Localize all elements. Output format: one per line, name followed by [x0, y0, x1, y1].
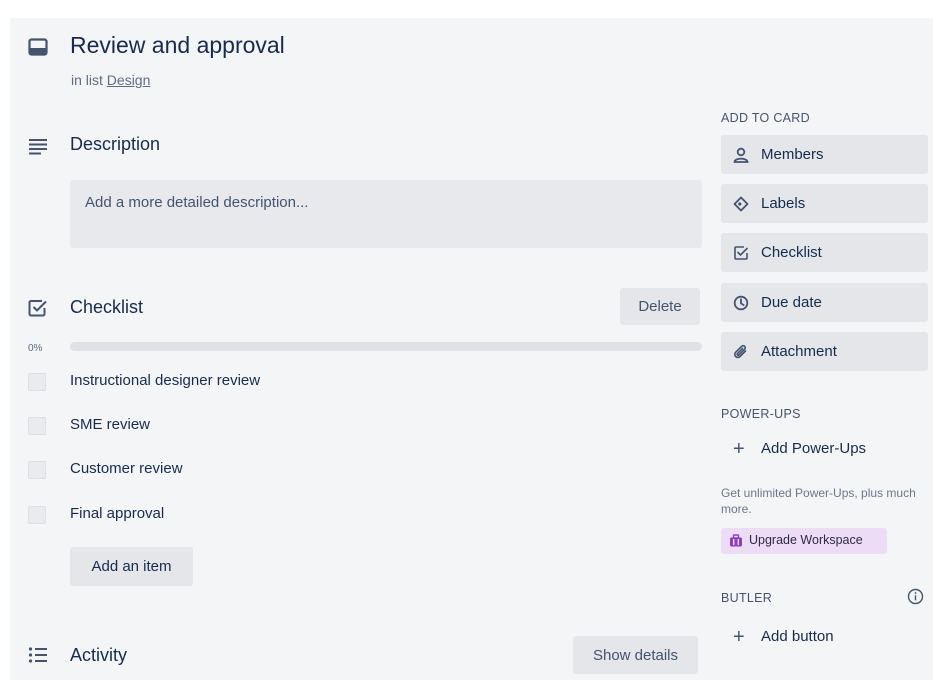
paperclip-icon: [734, 344, 747, 359]
labels-label: Labels: [761, 195, 806, 212]
item-checkbox[interactable]: [28, 506, 46, 524]
item-label[interactable]: SME review: [70, 416, 150, 433]
delete-checklist-button[interactable]: Delete: [620, 288, 700, 325]
butler-heading: BUTLER: [721, 591, 773, 605]
add-item-button[interactable]: Add an item: [70, 547, 193, 586]
add-button-label: Add button: [761, 628, 834, 645]
briefcase-icon: [730, 534, 742, 547]
info-icon[interactable]: [907, 588, 924, 605]
due-date-button[interactable]: Due date: [721, 283, 928, 322]
checklist-heading: Checklist: [70, 297, 144, 317]
item-label[interactable]: Customer review: [70, 460, 183, 477]
upgrade-workspace-button[interactable]: Upgrade Workspace: [721, 528, 887, 554]
attachment-button[interactable]: Attachment: [721, 332, 928, 371]
checklist-item[interactable]: SME review: [28, 415, 708, 437]
checkbox-icon: [734, 246, 749, 260]
tag-icon: [733, 196, 749, 212]
description-heading: Description: [70, 134, 161, 154]
members-label: Members: [761, 146, 824, 163]
labels-button[interactable]: Labels: [721, 184, 928, 223]
show-details-button[interactable]: Show details: [573, 636, 698, 674]
checklist-add-label: Checklist: [761, 244, 822, 261]
checklist-icon: [28, 300, 47, 317]
checklist-item[interactable]: Customer review: [28, 459, 708, 481]
card-icon: [28, 38, 48, 56]
powerups-heading: POWER-UPS: [721, 407, 801, 421]
checklist-item[interactable]: Final approval: [28, 504, 708, 526]
item-checkbox[interactable]: [28, 417, 46, 435]
progress-bar: [70, 342, 702, 351]
add-powerups-button[interactable]: + Add Power-Ups: [721, 436, 928, 466]
item-label[interactable]: Instructional designer review: [70, 372, 260, 389]
item-label[interactable]: Final approval: [70, 505, 164, 522]
plus-icon: +: [733, 438, 745, 460]
item-checkbox[interactable]: [28, 461, 46, 479]
due-date-label: Due date: [761, 294, 822, 311]
members-button[interactable]: Members: [721, 135, 928, 174]
list-link[interactable]: Design: [107, 72, 151, 88]
plus-icon: +: [733, 626, 745, 648]
description-icon: [29, 139, 47, 155]
add-button-button[interactable]: + Add button: [721, 624, 928, 654]
description-input[interactable]: Add a more detailed description...: [70, 180, 702, 248]
powerups-promo-text: Get unlimited Power-Ups, plus much more.: [721, 486, 916, 516]
card-detail-panel: Review and approval in list Design Descr…: [10, 18, 933, 680]
progress-percent: 0%: [28, 343, 43, 354]
in-list-prefix: in list: [71, 72, 103, 88]
attachment-label: Attachment: [761, 343, 837, 360]
activity-heading: Activity: [70, 645, 128, 665]
card-title[interactable]: Review and approval: [70, 32, 285, 59]
checklist-add-button[interactable]: Checklist: [721, 233, 928, 272]
card-list-info: in list Design: [71, 72, 150, 88]
clock-icon: [733, 295, 749, 311]
person-icon: [733, 147, 749, 163]
add-to-card-heading: ADD TO CARD: [721, 111, 810, 125]
activity-icon: [28, 647, 47, 663]
item-checkbox[interactable]: [28, 373, 46, 391]
add-powerups-label: Add Power-Ups: [761, 440, 867, 457]
upgrade-workspace-label: Upgrade Workspace: [749, 533, 863, 547]
checklist-item[interactable]: Instructional designer review: [28, 371, 708, 393]
